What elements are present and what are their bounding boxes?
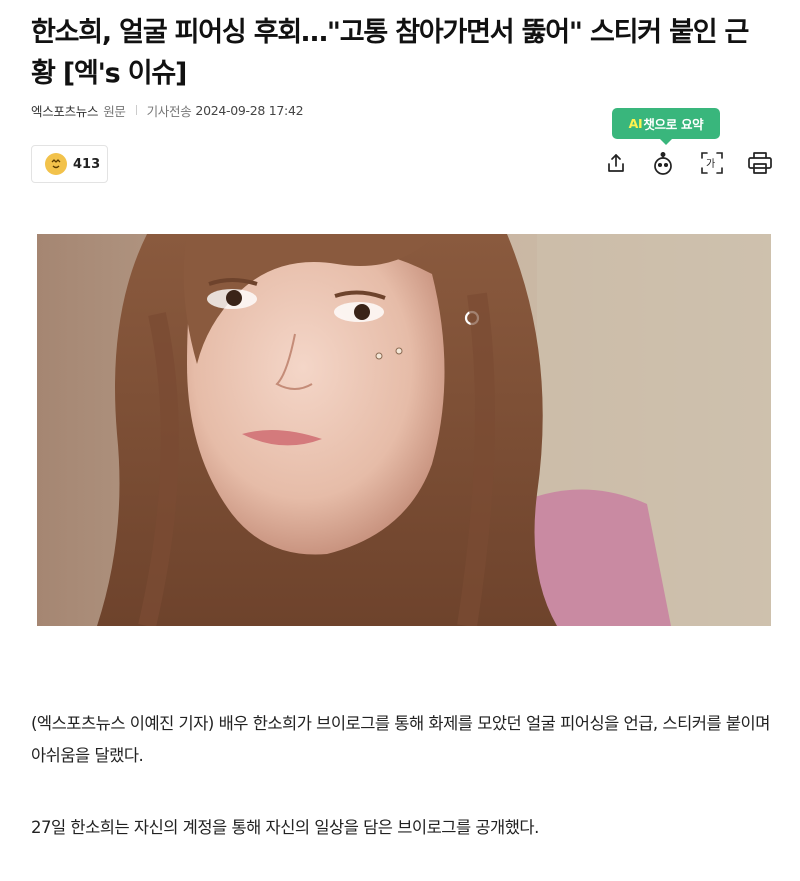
svg-text:가: 가: [706, 158, 715, 170]
ai-summary-badge[interactable]: AI 챗으로 요약: [612, 108, 720, 145]
font-size-icon[interactable]: 가: [699, 150, 725, 176]
publish-date: 2024-09-28 17:42: [195, 102, 304, 118]
article-photo: [37, 234, 771, 626]
reaction-face-icon: [45, 153, 67, 175]
reaction-count: 413: [73, 156, 101, 172]
body-paragraph-2: 27일 한소희는 자신의 계정을 통해 자신의 일상을 담은 브이로그를 공개했…: [31, 818, 539, 837]
source-name[interactable]: 엑스포츠뉴스: [31, 101, 99, 120]
original-link[interactable]: 원문: [103, 101, 126, 120]
date-label: 기사전송: [146, 103, 192, 119]
ai-bot-icon[interactable]: [650, 150, 676, 176]
print-icon[interactable]: [747, 150, 773, 176]
ai-label: AI: [628, 116, 643, 131]
reaction-button[interactable]: 413: [31, 145, 108, 183]
article-title: 한소희, 얼굴 피어싱 후회…"고통 참아가면서 뚫어" 스티커 붙인 근황 […: [31, 17, 749, 89]
body-paragraph-1: (엑스포츠뉴스 이예진 기자) 배우 한소희가 브이로그를 통해 화제를 모았던…: [31, 714, 770, 765]
ai-summary-label: 챗으로 요약: [643, 117, 704, 132]
share-icon[interactable]: [603, 150, 629, 176]
article-meta: 엑스포츠뉴스 원문 기사전송 2024-09-28 17:42: [31, 101, 304, 120]
meta-divider: [135, 105, 137, 115]
